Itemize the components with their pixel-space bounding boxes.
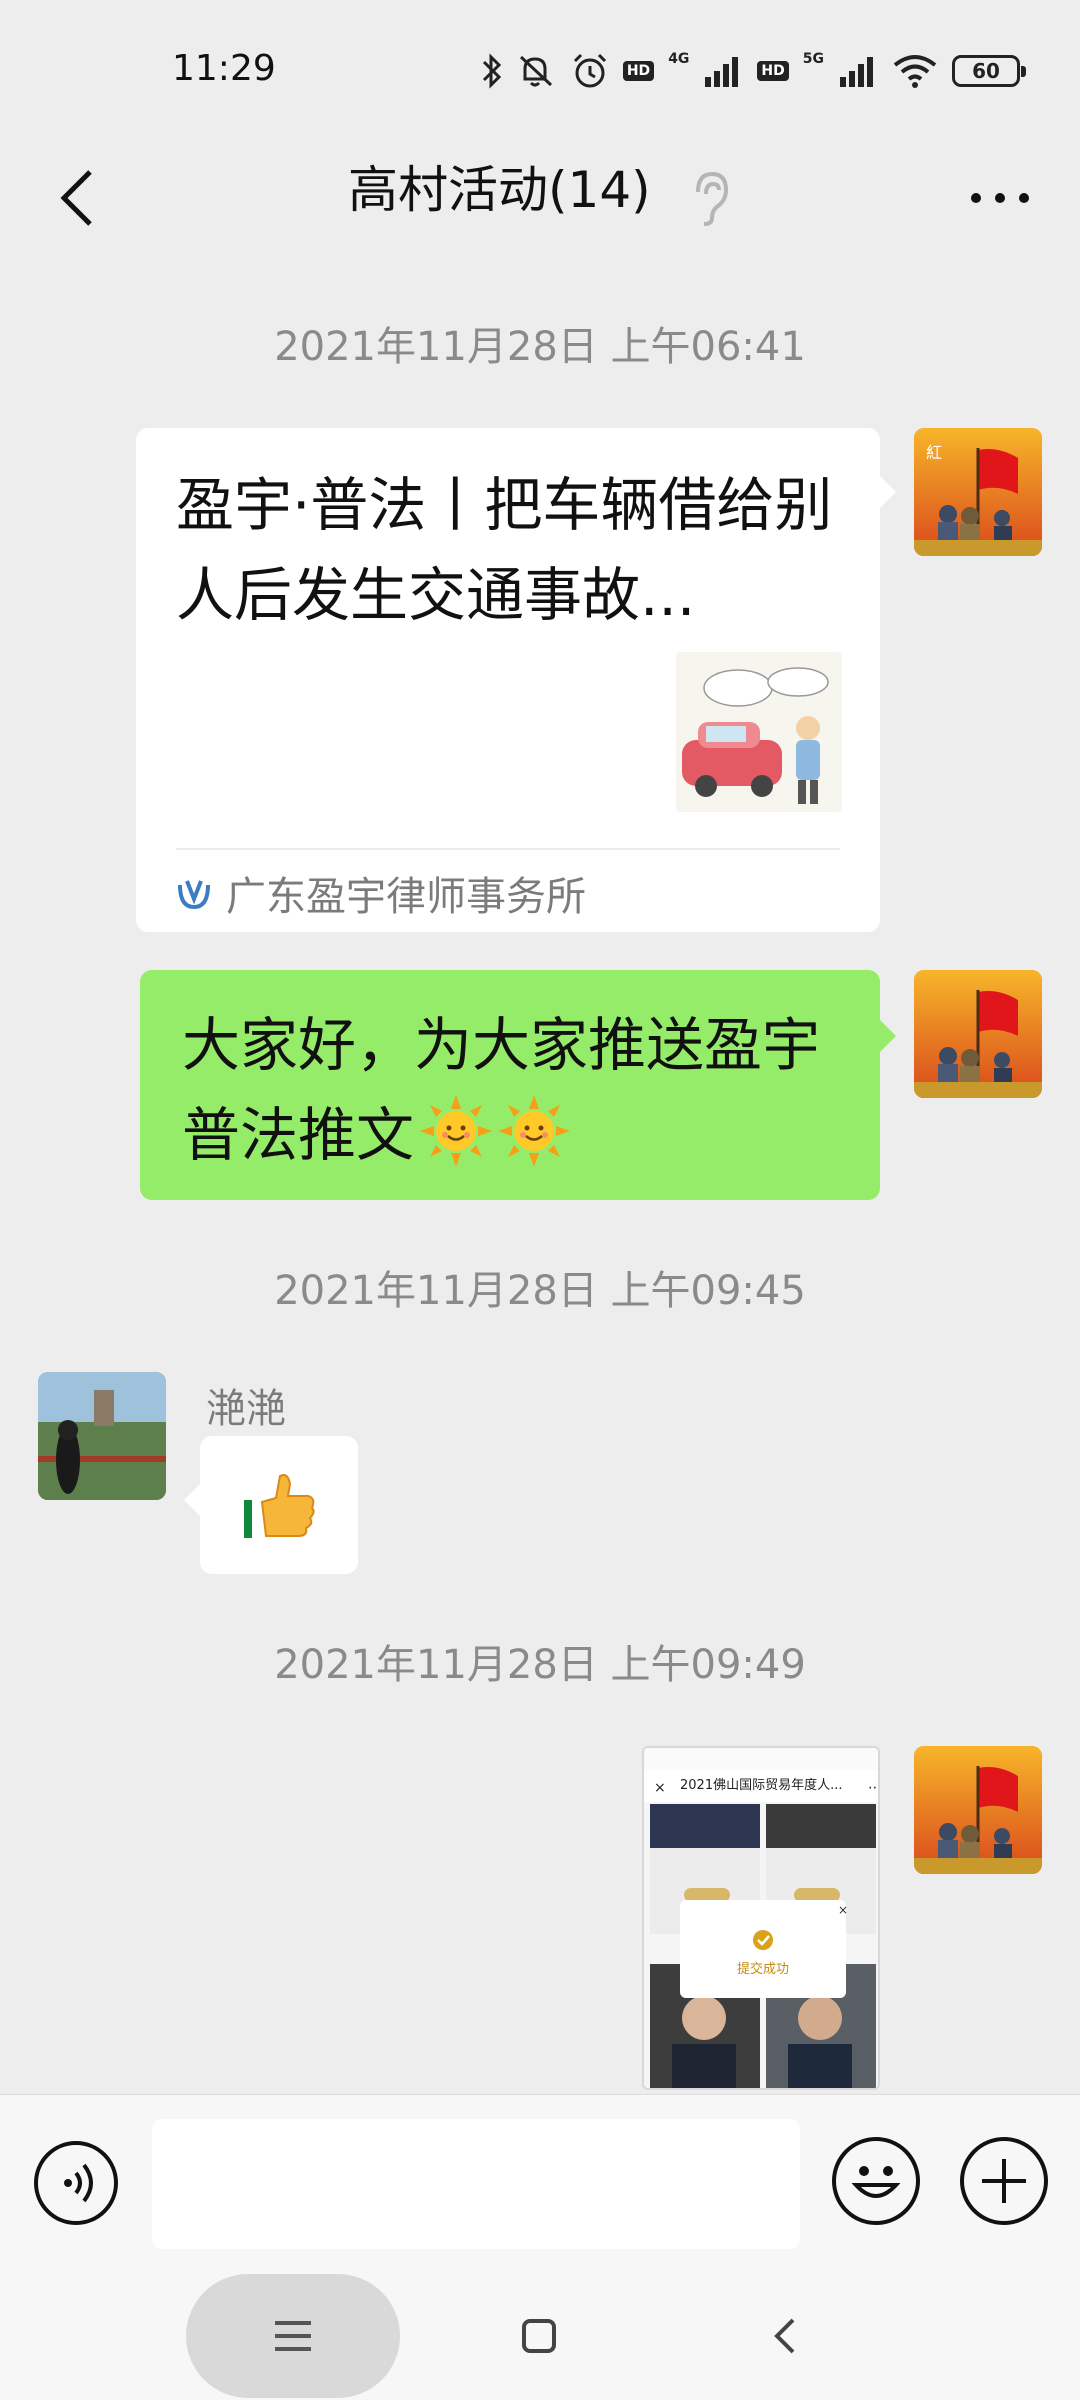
my-avatar[interactable] [914,970,1042,1098]
menu-icon [275,2321,311,2351]
status-icons: HD 4G HD 5G 60 [481,48,1026,94]
chevron-left-icon [774,2318,795,2354]
plus-icon [982,2159,1026,2203]
hd-badge: HD [757,61,789,81]
battery-indicator: 60 [952,55,1026,87]
article-source: 广东盈宇律师事务所 [176,868,586,920]
nav-home-button[interactable] [504,2294,574,2378]
hd-badge: HD [622,61,655,81]
my-avatar[interactable] [914,1746,1042,1874]
sender-avatar[interactable] [38,1372,166,1500]
status-time: 11:29 [172,48,276,89]
card-divider [176,848,840,850]
article-thumbnail [676,652,842,812]
image-popup-text: 提交成功 [736,1962,789,1977]
voice-icon [64,2163,93,2203]
sun-emoji-icon [498,1095,571,1167]
svg-text:⋯: ⋯ [868,1780,880,1796]
message-text: 大家好，为大家推送盈宇普法推文 [182,1000,862,1180]
svg-text:×: × [654,1780,666,1796]
message-timestamp: 2021年11月28日 上午09:45 [274,1268,806,1314]
message-timestamp: 2021年11月28日 上午06:41 [274,324,806,370]
title-bar: 高村活动(14) [0,140,1080,255]
alarm-icon [573,53,606,88]
article-card[interactable]: 盈宇·普法丨把车辆借给别人后发生交通事故... 广东盈宇律师事务所 [136,428,880,932]
sent-text-bubble[interactable]: 大家好，为大家推送盈宇普法推文 [140,970,880,1200]
chat-title: 高村活动(14) [348,161,651,219]
more-button[interactable] [950,158,1050,238]
signal-icon [705,57,739,87]
status-bar: 11:29 HD 4G HD 5G 60 [0,0,1080,140]
voice-input-button[interactable] [34,2141,118,2225]
svg-text:紅: 紅 [926,443,942,462]
network-label: 5G [802,51,824,67]
ear-icon [696,171,729,226]
square-icon [522,2319,556,2353]
bubble-tail [880,1020,896,1052]
input-bar [0,2094,1080,2254]
bluetooth-icon [482,53,501,89]
smiley-icon [851,2166,901,2198]
message-timestamp: 2021年11月28日 上午09:49 [274,1642,806,1688]
system-nav-bar [0,2254,1080,2400]
received-sticker-bubble[interactable] [200,1436,358,1574]
more-actions-button[interactable] [960,2137,1048,2225]
emoji-button[interactable] [832,2137,920,2225]
image-message[interactable]: × ⋯ × 2021佛山国际贸易年度人... 提交成功 [642,1746,880,2090]
article-source-name: 广东盈宇律师事务所 [226,874,586,920]
bubble-tail [184,1484,200,1516]
sender-name: 滟滟 [206,1386,286,1432]
nav-back-button[interactable] [750,2294,820,2378]
chevron-left-icon [60,170,92,226]
message-input[interactable] [152,2119,800,2249]
sun-emoji-icon [420,1095,493,1167]
wifi-icon [893,55,937,88]
svg-text:×: × [838,1903,848,1917]
thumbs-up-icon [244,1474,315,1538]
my-avatar[interactable]: 紅 [914,428,1042,556]
image-caption: 2021佛山国际贸易年度人... [680,1778,843,1793]
network-label: 4G [668,51,690,67]
nav-menu-button[interactable] [186,2274,400,2398]
mute-notification-icon [519,55,552,87]
more-dots-icon [971,193,1029,203]
article-title: 盈宇·普法丨把车辆借给别人后发生交通事故... [176,471,833,629]
signal-icon [840,57,873,87]
back-button[interactable] [38,158,118,238]
bubble-tail [880,476,896,508]
law-firm-logo-icon [178,880,210,910]
